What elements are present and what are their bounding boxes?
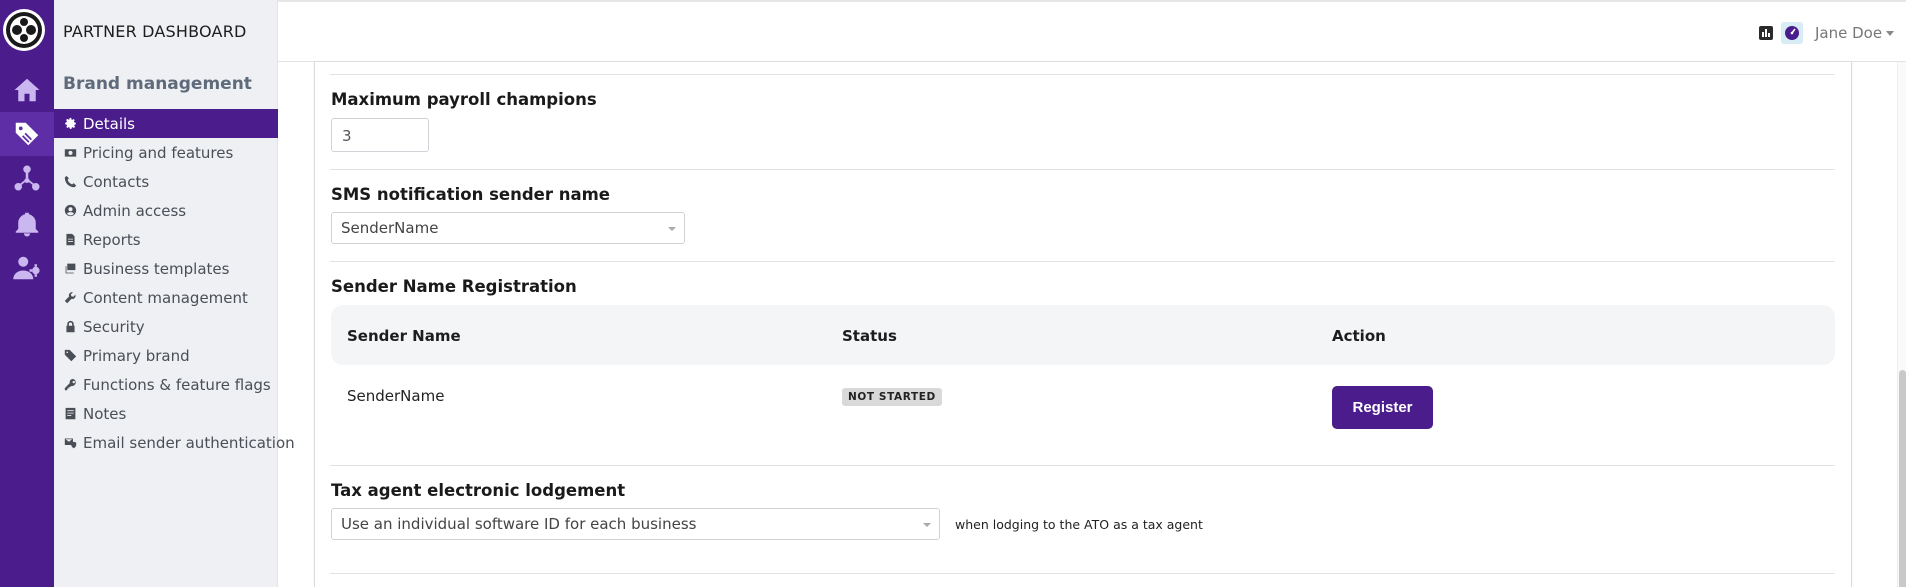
- sidebar-item-label: Pricing and features: [83, 143, 234, 162]
- column-header-sender-name: Sender Name: [347, 327, 461, 345]
- chevron-down-icon: [668, 227, 676, 231]
- home-icon: [14, 78, 40, 102]
- sidebar-item-label: Content management: [83, 288, 248, 307]
- key-icon: [64, 378, 77, 391]
- scrollbar-thumb[interactable]: [1899, 370, 1906, 587]
- chevron-down-icon: [923, 523, 931, 527]
- sidebar-item-admin-access[interactable]: Admin access: [54, 196, 278, 225]
- phone-icon: [64, 175, 77, 188]
- sidebar-item-label: Contacts: [83, 172, 150, 191]
- logo-icon: [6, 12, 42, 48]
- tax-agent-value: Use an individual software ID for each b…: [341, 515, 697, 533]
- sidebar-nav: Details Pricing and features Contacts Ad…: [54, 109, 295, 457]
- divider: [330, 573, 1835, 574]
- registration-table-header: [331, 305, 1835, 365]
- sidebar-item-notes[interactable]: Notes: [54, 399, 278, 428]
- column-header-status: Status: [842, 327, 897, 345]
- app-title: PARTNER DASHBOARD: [63, 22, 247, 41]
- icon-rail: [0, 0, 54, 587]
- org-chart-icon: [14, 165, 40, 191]
- rail-organization[interactable]: [0, 156, 54, 200]
- document-icon: [64, 233, 77, 246]
- column-header-action: Action: [1332, 327, 1386, 345]
- gear-icon: [64, 117, 77, 130]
- sidebar-item-details[interactable]: Details: [54, 109, 278, 138]
- sms-sender-select[interactable]: SenderName: [331, 212, 685, 244]
- sidebar-item-feature-flags[interactable]: Functions & feature flags: [54, 370, 278, 399]
- sidebar-item-content-management[interactable]: Content management: [54, 283, 278, 312]
- sidebar-item-business-templates[interactable]: Business templates: [54, 254, 278, 283]
- sidebar-item-email-sender-auth[interactable]: Email sender authentication: [54, 428, 295, 457]
- max-payroll-input[interactable]: 3: [331, 118, 429, 152]
- scrollbar[interactable]: [1897, 62, 1906, 587]
- top-bar: Jane Doe: [278, 0, 1906, 62]
- sidebar-item-label: Notes: [83, 404, 127, 423]
- sidebar-item-label: Admin access: [83, 201, 187, 220]
- divider: [330, 74, 1835, 75]
- sidebar-item-security[interactable]: Security: [54, 312, 278, 341]
- sidebar-item-label: Security: [83, 317, 145, 336]
- register-button[interactable]: Register: [1332, 386, 1433, 429]
- sidebar-item-contacts[interactable]: Contacts: [54, 167, 278, 196]
- rail-brands[interactable]: [0, 112, 54, 156]
- chevron-down-icon[interactable]: [1886, 31, 1894, 36]
- rail-user-settings[interactable]: [0, 246, 54, 290]
- divider: [330, 169, 1835, 170]
- user-circle-icon: [64, 204, 77, 217]
- sidebar-item-pricing[interactable]: Pricing and features: [54, 138, 278, 167]
- divider: [330, 465, 1835, 466]
- layers-icon: [64, 262, 77, 275]
- note-icon: [64, 407, 77, 420]
- speed-icon[interactable]: [1781, 22, 1803, 44]
- tax-agent-hint: when lodging to the ATO as a tax agent: [955, 517, 1203, 532]
- sidebar-item-primary-brand[interactable]: Primary brand: [54, 341, 278, 370]
- divider: [330, 261, 1835, 262]
- tax-agent-label: Tax agent electronic lodgement: [331, 481, 626, 500]
- sidebar-item-label: Primary brand: [83, 346, 190, 365]
- sidebar-item-label: Reports: [83, 230, 141, 249]
- bell-icon: [15, 212, 39, 237]
- chart-icon[interactable]: [1757, 24, 1775, 42]
- table-cell-sender-name: SenderName: [347, 387, 445, 405]
- brand-logo[interactable]: [3, 9, 45, 51]
- sidebar-item-label: Email sender authentication: [83, 433, 295, 452]
- rail-home[interactable]: [0, 68, 54, 112]
- sms-sender-label: SMS notification sender name: [331, 185, 610, 204]
- user-menu[interactable]: Jane Doe: [1815, 24, 1882, 42]
- tag-icon: [64, 349, 77, 362]
- section-title: Brand management: [63, 74, 252, 94]
- wrench-icon: [64, 291, 77, 304]
- sms-sender-value: SenderName: [341, 219, 439, 237]
- money-icon: [64, 146, 77, 159]
- sidebar-item-reports[interactable]: Reports: [54, 225, 278, 254]
- lock-icon: [64, 320, 77, 333]
- user-settings-icon: [13, 256, 40, 280]
- registration-label: Sender Name Registration: [331, 277, 577, 296]
- mail-shield-icon: [64, 436, 77, 449]
- rail-notifications[interactable]: [0, 202, 54, 246]
- sidebar-item-label: Business templates: [83, 259, 230, 278]
- sidebar-item-label: Details: [83, 114, 136, 133]
- sidebar-item-label: Functions & feature flags: [83, 375, 271, 394]
- max-payroll-label: Maximum payroll champions: [331, 90, 597, 109]
- tax-agent-select[interactable]: Use an individual software ID for each b…: [331, 508, 940, 540]
- status-badge: NOT STARTED: [842, 388, 942, 406]
- tag-icon: [15, 122, 39, 146]
- sidebar: PARTNER DASHBOARD Brand management Detai…: [54, 0, 295, 587]
